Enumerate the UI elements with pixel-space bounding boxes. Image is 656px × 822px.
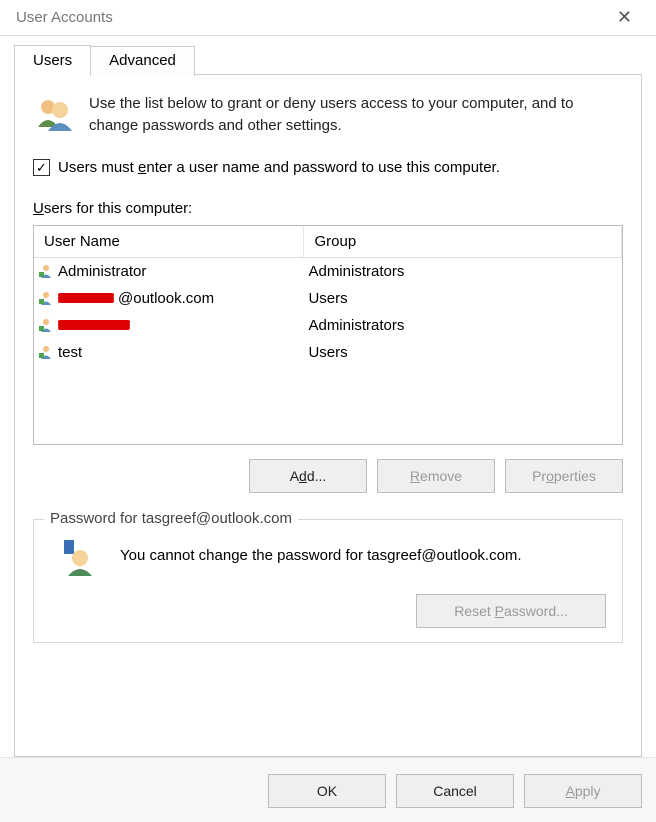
group-cell: Administrators [308, 263, 404, 280]
require-password-label: Users must enter a user name and passwor… [58, 159, 500, 176]
tab-users[interactable]: Users [14, 45, 91, 75]
table-row[interactable]: @outlook.comUsers [34, 285, 622, 312]
titlebar: User Accounts ✕ [0, 0, 656, 36]
key-user-icon [58, 536, 94, 576]
table-row[interactable]: testUsers [34, 339, 622, 366]
remove-button: Remove [377, 459, 495, 493]
dialog-footer: OK Cancel Apply [0, 757, 656, 822]
user-row-icon [38, 290, 54, 306]
reset-password-button: Reset Password... [416, 594, 606, 628]
user-row-icon [38, 317, 54, 333]
properties-button: Properties [505, 459, 623, 493]
apply-button: Apply [524, 774, 642, 808]
listview-header: User Name Group [34, 226, 622, 258]
group-cell: Users [308, 290, 347, 307]
password-groupbox: Password for tasgreef@outlook.com You ca… [33, 519, 623, 643]
password-groupbox-title: Password for tasgreef@outlook.com [44, 510, 298, 527]
require-password-row[interactable]: ✓ Users must enter a user name and passw… [33, 159, 623, 176]
column-group[interactable]: Group [304, 226, 622, 257]
tab-strip: Users Advanced [0, 36, 656, 74]
users-icon [33, 93, 75, 135]
window-title: User Accounts [16, 9, 113, 26]
column-username[interactable]: User Name [34, 226, 304, 257]
group-cell: Users [308, 344, 347, 361]
user-row-icon [38, 344, 54, 360]
cancel-button[interactable]: Cancel [396, 774, 514, 808]
ok-button[interactable]: OK [268, 774, 386, 808]
table-row[interactable]: AdministratorAdministrators [34, 258, 622, 285]
user-row-icon [38, 263, 54, 279]
users-listview[interactable]: User Name Group AdministratorAdministrat… [33, 225, 623, 445]
tab-advanced[interactable]: Advanced [90, 46, 195, 76]
add-button[interactable]: Add... [249, 459, 367, 493]
group-cell: Administrators [308, 317, 404, 334]
password-message: You cannot change the password for tasgr… [120, 547, 522, 564]
users-list-label: Users for this computer: [33, 200, 623, 217]
tab-panel-users: Use the list below to grant or deny user… [14, 74, 642, 757]
intro-text: Use the list below to grant or deny user… [89, 93, 623, 137]
require-password-checkbox[interactable]: ✓ [33, 159, 50, 176]
close-icon[interactable]: ✕ [603, 3, 646, 32]
table-row[interactable]: Administrators [34, 312, 622, 339]
